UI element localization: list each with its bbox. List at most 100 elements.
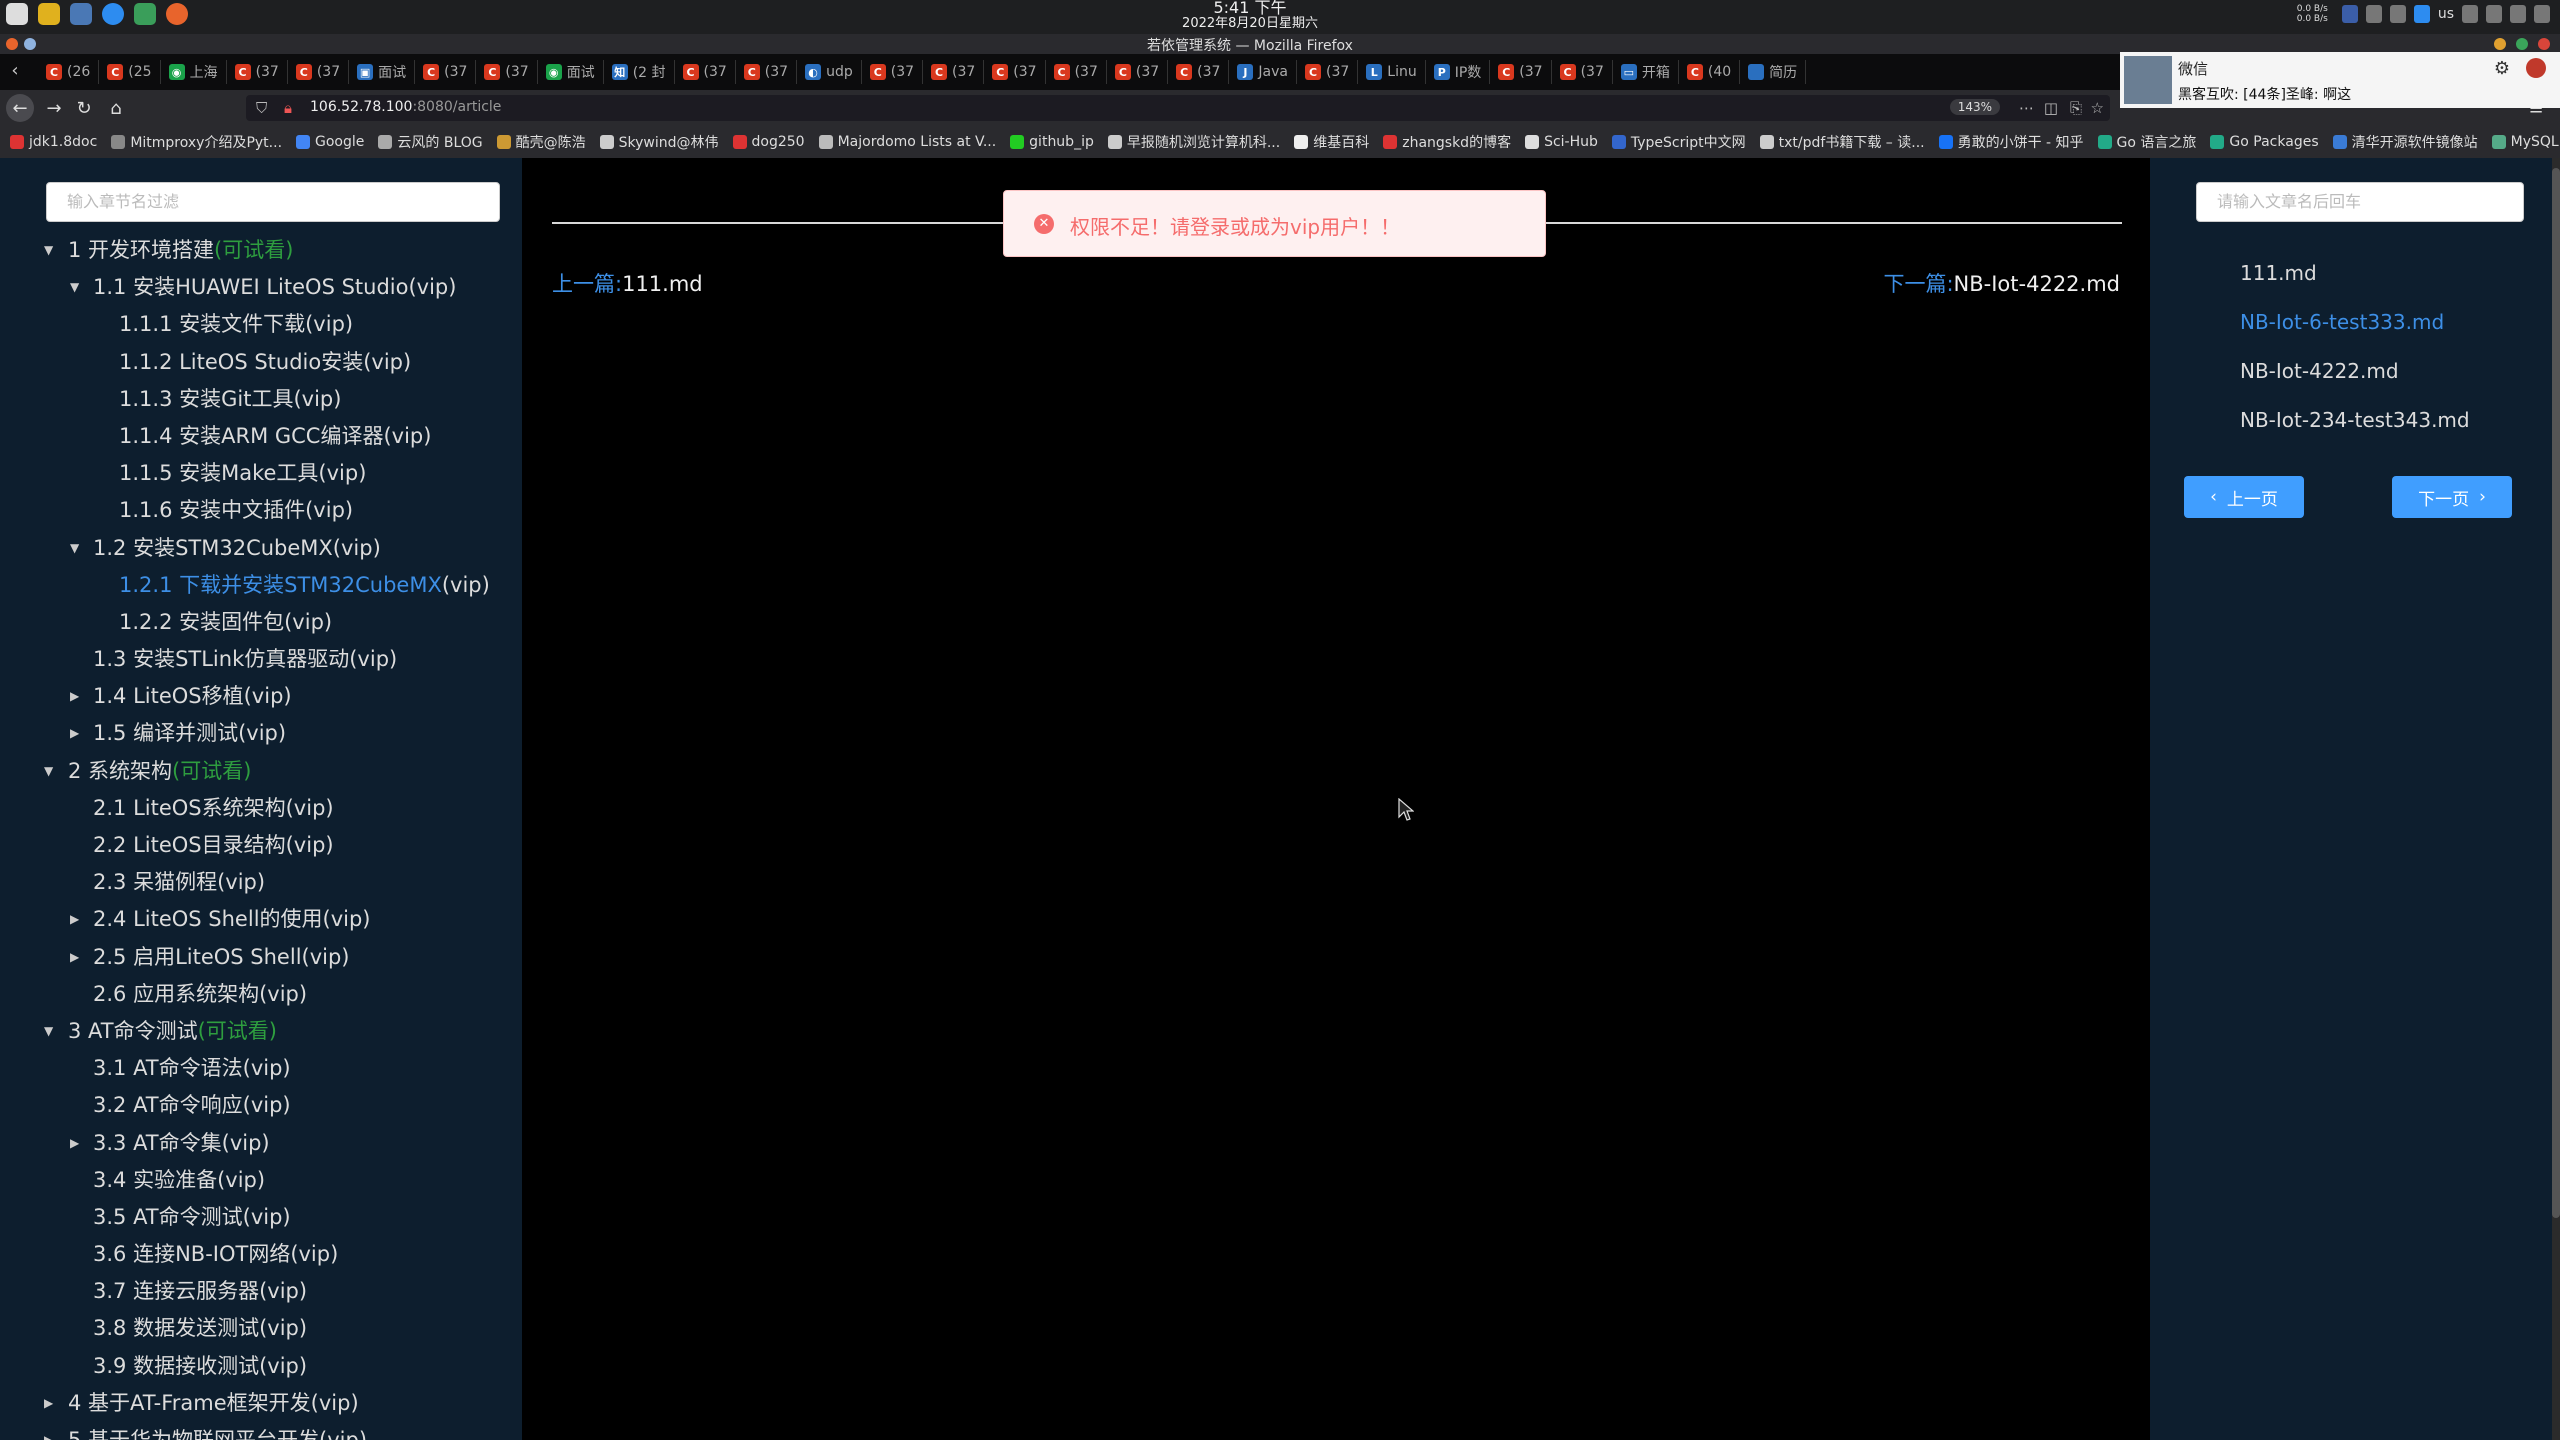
chapter-item[interactable]: 1.1.4 安装ARM GCC编译器(vip) (0, 418, 522, 455)
bookmark-item[interactable]: jdk1.8doc (10, 134, 97, 150)
bookmark-item[interactable]: 清华开源软件镜像站 (2332, 132, 2478, 152)
chapter-item[interactable]: ▶ 2.4 LiteOS Shell的使用(vip) (0, 901, 522, 938)
bookmark-item[interactable]: 维基百科 (1294, 132, 1369, 152)
shield-icon[interactable]: ⛉ (256, 99, 267, 117)
chapter-item[interactable]: 1.2.1 下载并安装STM32CubeMX(vip) (0, 567, 522, 604)
browser-tab[interactable]: ▭ 开箱 (1613, 60, 1679, 84)
page-actions-icon[interactable]: ⋯ (2019, 99, 2034, 117)
back-button[interactable]: ← (6, 94, 34, 122)
volume-icon[interactable] (2510, 5, 2526, 23)
close-button[interactable] (2538, 38, 2550, 50)
chapter-item[interactable]: ▶ 1.5 编译并测试(vip) (0, 715, 522, 752)
tab-scroll-left-icon[interactable]: ‹ (4, 60, 26, 81)
next-article-link[interactable]: 下一篇:NB-Iot-4222.md (1883, 268, 2120, 298)
translate-icon[interactable]: ⎘ (2070, 99, 2082, 117)
chapter-item[interactable]: 2.1 LiteOS系统架构(vip) (0, 790, 522, 827)
chapter-item[interactable]: ▼ 1.2 安装STM32CubeMX(vip) (0, 530, 522, 567)
browser-tab[interactable]: C (37 (1297, 60, 1359, 84)
article-search-input[interactable]: 请输入文章名后回车 (2196, 182, 2524, 222)
network-icon[interactable] (2486, 5, 2502, 23)
browser-tab[interactable]: C (37 (984, 60, 1046, 84)
bookmark-item[interactable]: zhangskd的博客 (1383, 132, 1511, 152)
forward-button[interactable]: → (40, 94, 68, 122)
chapter-item[interactable]: 1.3 安装STLink仿真器驱动(vip) (0, 641, 522, 678)
browser-tab[interactable]: C (25 (99, 60, 161, 84)
browser-tab[interactable]: C (37 (1046, 60, 1107, 84)
chapter-item[interactable]: ▼ 2 系统架构(可试看) (0, 753, 522, 790)
browser-tab[interactable]: P IP数 (1426, 60, 1491, 84)
browser-tab[interactable]: C (37 (1168, 60, 1230, 84)
chapter-item[interactable]: 1.1.2 LiteOS Studio安装(vip) (0, 344, 522, 381)
browser-tab[interactable]: C (37 (476, 60, 538, 84)
chapter-item[interactable]: 3.5 AT命令测试(vip) (0, 1199, 522, 1236)
files-icon[interactable] (38, 3, 60, 25)
scroll-thumb[interactable] (2552, 168, 2560, 1218)
insecure-lock-icon[interactable]: 🔒︎ (284, 99, 292, 117)
prev-page-button[interactable]: ‹ 上一页 (2184, 476, 2304, 518)
chapter-item[interactable]: ▶ 4 基于AT-Frame框架开发(vip) (0, 1385, 522, 1422)
caret-down-icon[interactable]: ▼ (44, 753, 53, 790)
browser-tab[interactable]: 简历 (1740, 60, 1807, 84)
clipboard-icon[interactable] (2534, 5, 2550, 23)
chapter-filter-input[interactable]: 输入章节名过滤 (46, 182, 500, 222)
bookmark-item[interactable]: 勇敢的小饼干 - 知乎 (1938, 132, 2084, 152)
browser-tab[interactable]: C (37 (1552, 60, 1613, 84)
chapter-item[interactable]: ▶ 2.5 启用LiteOS Shell(vip) (0, 939, 522, 976)
tray-app-icon[interactable] (2389, 5, 2406, 23)
browser-tab[interactable]: C (37 (675, 60, 736, 84)
next-value[interactable]: NB-Iot-4222.md (1954, 272, 2120, 296)
browser-tab[interactable]: C (37 (227, 60, 288, 84)
next-page-button[interactable]: 下一页 › (2392, 476, 2512, 518)
browser-tab[interactable]: C (37 (1107, 60, 1169, 84)
chapter-item[interactable]: 3.4 实验准备(vip) (0, 1162, 522, 1199)
chapter-item[interactable]: 3.2 AT命令响应(vip) (0, 1087, 522, 1124)
os-clock[interactable]: 5:41 下午 2022年8月20日星期六 (1080, 0, 1420, 32)
chapter-item[interactable]: ▼ 1.1 安装HUAWEI LiteOS Studio(vip) (0, 269, 522, 306)
caret-right-icon[interactable]: ▶ (70, 678, 79, 715)
chapter-item[interactable]: 3.8 数据发送测试(vip) (0, 1310, 522, 1347)
bookmark-item[interactable]: dog250 (732, 134, 805, 150)
window-menu-icon[interactable] (24, 38, 36, 50)
tray-app-icon[interactable] (2462, 5, 2478, 23)
browser-tab[interactable]: ◐ udp (797, 60, 862, 84)
bookmark-item[interactable]: 酷壳@陈浩 (496, 132, 586, 152)
chapter-item[interactable]: 2.6 应用系统架构(vip) (0, 976, 522, 1013)
chapter-item[interactable]: 3.7 连接云服务器(vip) (0, 1273, 522, 1310)
article-item[interactable]: NB-Iot-234-test343.md (2240, 405, 2470, 454)
browser-tab[interactable]: C (37 (923, 60, 985, 84)
chapter-item[interactable]: ▶ 3.3 AT命令集(vip) (0, 1125, 522, 1162)
url-text[interactable]: 106.52.78.100:8080/article (310, 99, 501, 115)
browser-tab[interactable]: L Linu (1358, 60, 1426, 84)
bookmark-item[interactable]: github_ip (1010, 134, 1094, 150)
wechat-notification[interactable]: 微信 黑客互吹: [44条]圣峰: 啊这 ⚙ (2120, 52, 2560, 108)
caret-down-icon[interactable]: ▼ (44, 1013, 53, 1050)
chapter-item[interactable]: ▶ 1.4 LiteOS移植(vip) (0, 678, 522, 715)
bookmark-item[interactable]: Google (296, 134, 364, 150)
chapter-item[interactable]: 1.1.3 安装Git工具(vip) (0, 381, 522, 418)
browser-tab[interactable]: C (37 (288, 60, 350, 84)
chapter-item[interactable]: ▶ 5 基于华为物联网平台开发(vip) (0, 1422, 522, 1440)
browser-tab[interactable]: C (37 (415, 60, 477, 84)
close-icon[interactable] (2526, 58, 2546, 78)
bluetooth-icon[interactable] (2413, 5, 2430, 23)
reload-button[interactable]: ↻ (70, 94, 98, 122)
browser-tab[interactable]: ▣ 面试 (349, 60, 416, 84)
browser-tab[interactable]: ◉ 上海 (161, 60, 227, 84)
bookmark-item[interactable]: Go 语言之旅 (2097, 132, 2196, 152)
zoom-indicator[interactable]: 143% (1949, 99, 2000, 115)
workspace-icon[interactable] (2341, 5, 2358, 23)
url-bar[interactable]: ⛉ 🔒︎ 106.52.78.100:8080/article 143% ⋯ ◫… (246, 95, 2110, 121)
bookmark-item[interactable]: Mitmproxy介绍及Pyt... (111, 132, 282, 152)
caret-down-icon[interactable]: ▼ (70, 530, 79, 567)
article-item[interactable]: 111.md (2240, 258, 2470, 307)
firefox-icon[interactable] (166, 3, 188, 25)
maximize-button[interactable] (2516, 38, 2528, 50)
system-menu-icon[interactable] (6, 3, 28, 25)
browser-tab[interactable]: ◉ 面试 (538, 60, 604, 84)
bookmark-star-icon[interactable]: ☆ (2091, 99, 2104, 117)
chapter-item[interactable]: 3.6 连接NB-IOT网络(vip) (0, 1236, 522, 1273)
caret-down-icon[interactable]: ▼ (70, 269, 79, 306)
bookmark-item[interactable]: Majordomo Lists at V... (818, 134, 996, 150)
minimize-button[interactable] (2494, 38, 2506, 50)
browser-tab[interactable]: C (37 (736, 60, 798, 84)
